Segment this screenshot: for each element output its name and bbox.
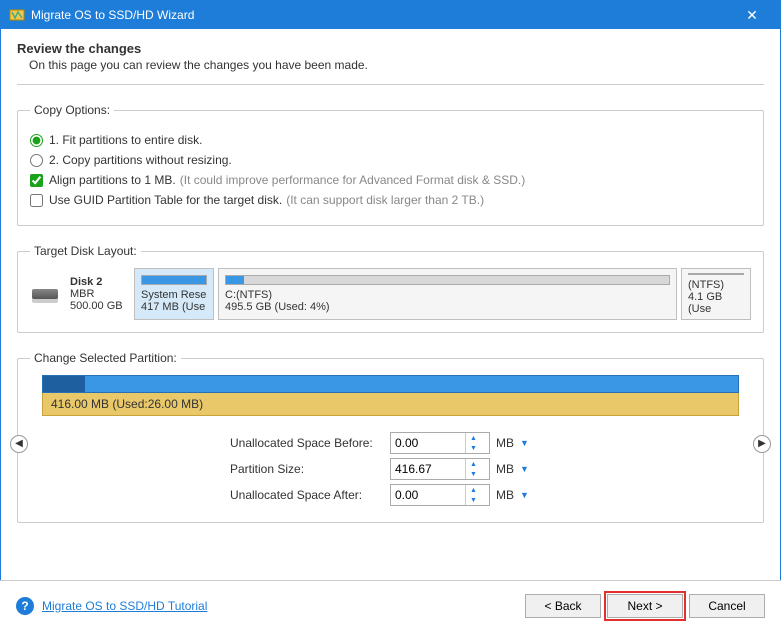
unit-dropdown-icon[interactable]: ▼ [518, 436, 531, 450]
help-icon[interactable]: ? [16, 597, 34, 615]
guid-partition-hint: (It can support disk larger than 2 TB.) [286, 193, 484, 207]
align-partitions-option[interactable]: Align partitions to 1 MB. (It could impr… [30, 173, 751, 187]
partition-size-spinner[interactable]: ▲▼ [390, 458, 490, 480]
partition-label: (NTFS) [688, 279, 744, 291]
partition-detail: 495.5 GB (Used: 4%) [225, 301, 670, 313]
partition-bar[interactable] [42, 375, 739, 393]
next-partition-button[interactable]: ▶ [753, 435, 771, 453]
fit-partitions-option[interactable]: 1. Fit partitions to entire disk. [30, 133, 751, 147]
page-title: Review the changes [17, 41, 764, 56]
partition-c-drive[interactable]: C:(NTFS) 495.5 GB (Used: 4%) [218, 268, 677, 320]
fit-partitions-label: 1. Fit partitions to entire disk. [49, 133, 202, 147]
window-title: Migrate OS to SSD/HD Wizard [31, 8, 732, 22]
disk-icon [32, 289, 58, 299]
copy-no-resize-label: 2. Copy partitions without resizing. [49, 153, 232, 167]
change-selected-partition-group: Change Selected Partition: ◀ ▶ 416.00 MB… [17, 351, 764, 523]
disk-icon-wrap [30, 268, 60, 320]
unit-label: MB [496, 436, 514, 450]
spin-down-icon[interactable]: ▼ [466, 443, 481, 453]
guid-partition-checkbox[interactable] [30, 194, 43, 207]
unalloc-after-input[interactable] [391, 485, 465, 505]
unalloc-after-row: Unallocated Space After: ▲▼ MB ▼ [30, 484, 751, 506]
fit-partitions-radio[interactable] [30, 134, 43, 147]
copy-no-resize-radio[interactable] [30, 154, 43, 167]
partition-label: C:(NTFS) [225, 289, 670, 301]
guid-partition-label: Use GUID Partition Table for the target … [49, 193, 282, 207]
unalloc-after-label: Unallocated Space After: [230, 488, 390, 502]
divider [17, 84, 764, 85]
unit-label: MB [496, 462, 514, 476]
partition-size-row: Partition Size: ▲▼ MB ▼ [30, 458, 751, 480]
copy-options-legend: Copy Options: [30, 103, 114, 117]
titlebar: Migrate OS to SSD/HD Wizard ✕ [1, 1, 780, 29]
partition-size-input[interactable] [391, 459, 465, 479]
partition-system-reserved[interactable]: System Rese 417 MB (Use [134, 268, 214, 320]
partition-detail: 417 MB (Use [141, 301, 207, 313]
spin-up-icon[interactable]: ▲ [466, 433, 481, 443]
selected-partition-info: 416.00 MB (Used:26.00 MB) [42, 393, 739, 416]
disk-size: 500.00 GB [70, 300, 124, 312]
spin-up-icon[interactable]: ▲ [466, 485, 481, 495]
page-subtitle: On this page you can review the changes … [29, 58, 764, 72]
unalloc-before-row: Unallocated Space Before: ▲▼ MB ▼ [30, 432, 751, 454]
app-icon [9, 7, 25, 23]
selected-partition-slider[interactable]: 416.00 MB (Used:26.00 MB) [42, 375, 739, 416]
next-button[interactable]: Next > [607, 594, 683, 618]
target-disk-layout-legend: Target Disk Layout: [30, 244, 141, 258]
partition-params: Unallocated Space Before: ▲▼ MB ▼ Partit… [30, 432, 751, 506]
disk-scheme: MBR [70, 288, 124, 300]
align-partitions-checkbox[interactable] [30, 174, 43, 187]
partition-ntfs[interactable]: (NTFS) 4.1 GB (Use [681, 268, 751, 320]
spin-down-icon[interactable]: ▼ [466, 495, 481, 505]
unalloc-before-label: Unallocated Space Before: [230, 436, 390, 450]
partition-detail: 4.1 GB (Use [688, 291, 744, 315]
cancel-button[interactable]: Cancel [689, 594, 765, 618]
unalloc-before-spinner[interactable]: ▲▼ [390, 432, 490, 454]
partition-size-label: Partition Size: [230, 462, 390, 476]
back-button[interactable]: < Back [525, 594, 601, 618]
change-selected-partition-legend: Change Selected Partition: [30, 351, 181, 365]
copy-no-resize-option[interactable]: 2. Copy partitions without resizing. [30, 153, 751, 167]
copy-options-group: Copy Options: 1. Fit partitions to entir… [17, 103, 764, 226]
disk-info: Disk 2 MBR 500.00 GB [64, 268, 130, 320]
unit-dropdown-icon[interactable]: ▼ [518, 488, 531, 502]
unit-label: MB [496, 488, 514, 502]
unit-dropdown-icon[interactable]: ▼ [518, 462, 531, 476]
close-icon[interactable]: ✕ [732, 7, 772, 24]
align-partitions-hint: (It could improve performance for Advanc… [180, 173, 525, 187]
unalloc-before-input[interactable] [391, 433, 465, 453]
prev-partition-button[interactable]: ◀ [10, 435, 28, 453]
spin-up-icon[interactable]: ▲ [466, 459, 481, 469]
target-disk-layout-group: Target Disk Layout: Disk 2 MBR 500.00 GB… [17, 244, 764, 333]
partition-label: System Rese [141, 289, 207, 301]
tutorial-link[interactable]: Migrate OS to SSD/HD Tutorial [42, 599, 207, 613]
spin-down-icon[interactable]: ▼ [466, 469, 481, 479]
disk-name: Disk 2 [70, 276, 124, 288]
unalloc-after-spinner[interactable]: ▲▼ [390, 484, 490, 506]
content-area: Review the changes On this page you can … [1, 29, 780, 551]
footer: ? Migrate OS to SSD/HD Tutorial < Back N… [0, 580, 781, 630]
guid-partition-option[interactable]: Use GUID Partition Table for the target … [30, 193, 751, 207]
align-partitions-label: Align partitions to 1 MB. [49, 173, 176, 187]
